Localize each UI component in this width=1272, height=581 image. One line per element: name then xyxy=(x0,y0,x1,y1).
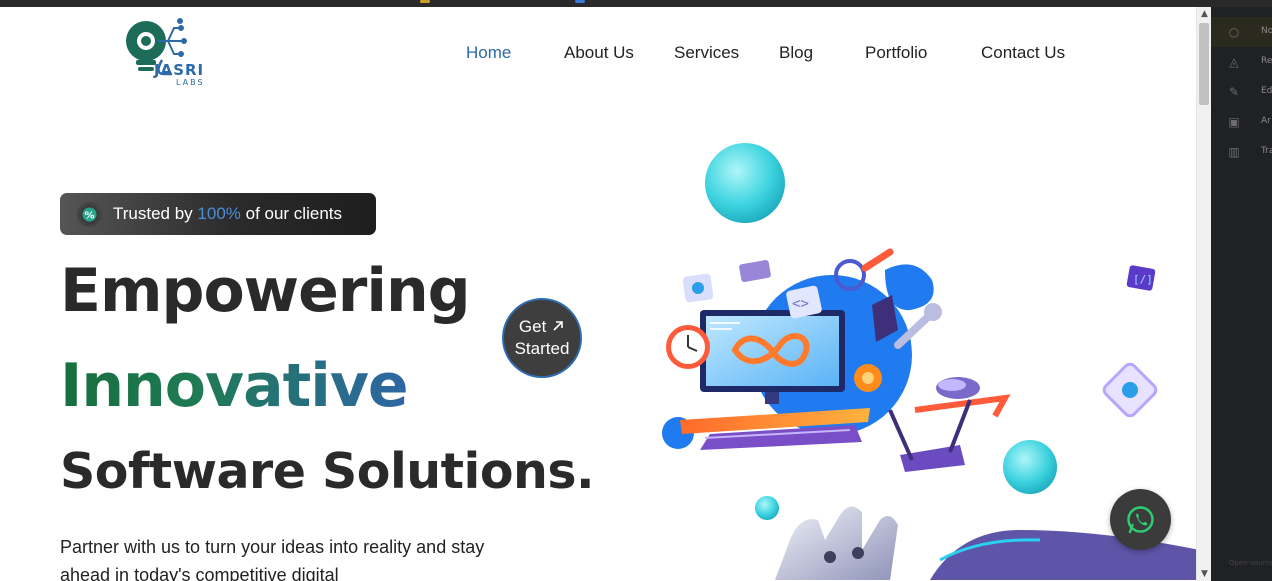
hero-title-line3: Software Solutions. xyxy=(60,443,595,500)
trust-badge: % Trusted by 100% of our clients xyxy=(60,193,376,235)
svg-text:[/]: [/] xyxy=(1133,273,1153,286)
brand-subtitle: LABS xyxy=(176,78,205,87)
scrollbar-thumb[interactable] xyxy=(1199,23,1209,105)
whatsapp-icon xyxy=(1127,506,1154,534)
brand-name: JASRI xyxy=(154,61,205,79)
percent-icon: % xyxy=(77,202,102,227)
whatsapp-button[interactable] xyxy=(1110,489,1171,550)
bell-icon: ◬ xyxy=(1229,55,1239,69)
archive-icon: ▣ xyxy=(1228,115,1240,129)
sphere xyxy=(755,496,779,520)
side-item-trash[interactable]: ▥ Tra xyxy=(1211,137,1272,167)
scroll-down-icon[interactable]: ▼ xyxy=(1197,567,1212,581)
side-panel-footer: Open-source xyxy=(1229,559,1272,567)
nav-blog[interactable]: Blog xyxy=(779,43,813,63)
sphere xyxy=(705,143,785,223)
browser-top-strip xyxy=(0,0,1272,7)
scroll-up-icon[interactable]: ▲ xyxy=(1197,7,1212,21)
side-item-edit[interactable]: ✎ Ed xyxy=(1211,77,1272,107)
trust-badge-text: Trusted by 100% of our clients xyxy=(113,204,342,223)
pencil-icon: ✎ xyxy=(1228,85,1240,99)
trust-percentage: 100% xyxy=(197,204,241,223)
trash-icon: ▥ xyxy=(1228,145,1240,159)
svg-text:<>: <> xyxy=(792,296,809,312)
sphere xyxy=(1003,440,1057,494)
nav-contact-us[interactable]: Contact Us xyxy=(981,43,1065,63)
tab-indicator xyxy=(575,0,585,3)
hero-title-line2: Innovative xyxy=(60,351,409,421)
web-page: JASRI LABS Home About Us Services Blog P… xyxy=(0,7,1196,581)
svg-text:%: % xyxy=(84,211,94,222)
lightbulb-icon: ○ xyxy=(1228,25,1240,39)
nav-about-us[interactable]: About Us xyxy=(564,43,634,63)
tab-indicator xyxy=(420,0,430,3)
hero-paragraph: Partner with us to turn your ideas into … xyxy=(60,537,485,581)
page-scrollbar[interactable]: ▲ ▼ xyxy=(1196,7,1211,581)
side-item-archive[interactable]: ▣ Ar xyxy=(1211,107,1272,137)
nav-portfolio[interactable]: Portfolio xyxy=(865,43,927,63)
hero-title-line1: Empowering xyxy=(60,256,471,326)
arrow-up-right-icon xyxy=(553,321,563,331)
nav-home[interactable]: Home xyxy=(466,43,511,63)
side-panel: ○ No ◬ Re ✎ Ed ▣ Ar ▥ Tra Open-source xyxy=(1211,7,1272,581)
nav-services[interactable]: Services xyxy=(674,43,739,63)
side-item-notes[interactable]: ○ No xyxy=(1211,17,1272,47)
side-item-reminders[interactable]: ◬ Re xyxy=(1211,47,1272,77)
get-started-button[interactable]: Get Started xyxy=(502,298,582,378)
